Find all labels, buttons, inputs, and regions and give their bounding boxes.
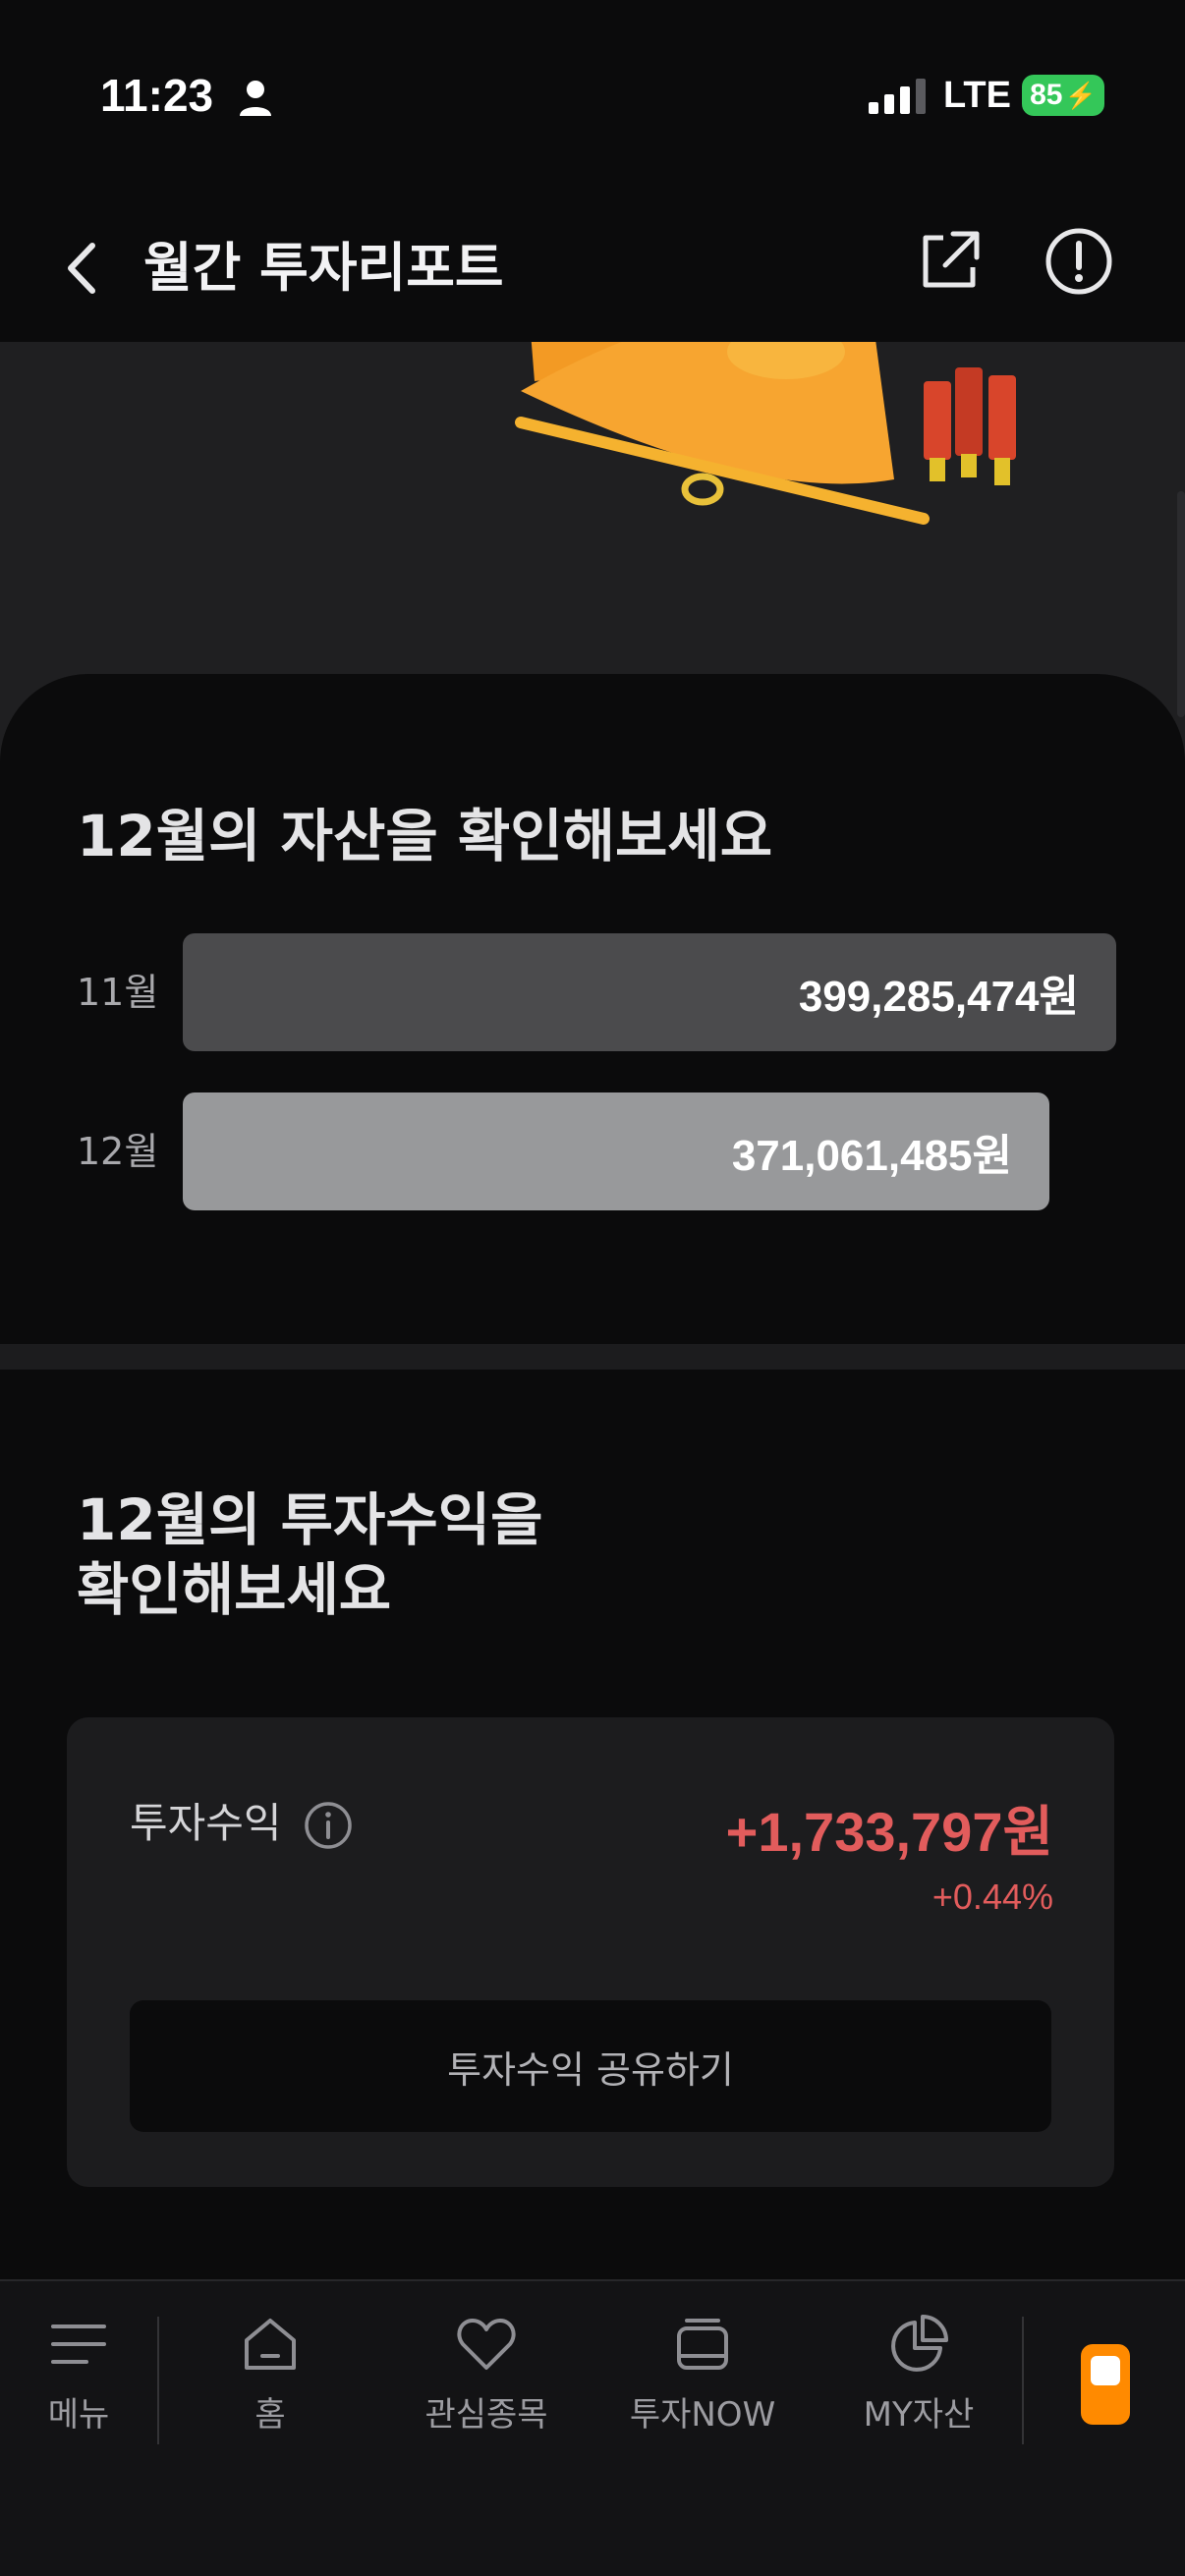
section-divider <box>0 1344 1185 1370</box>
asset-row-nov: 11월 399,285,474원 <box>77 933 1118 1051</box>
info-button[interactable] <box>1044 226 1114 297</box>
nav-home-label: 홈 <box>254 2395 286 2435</box>
asset-bar-dec: 371,061,485원 <box>183 1092 1049 1210</box>
bottom-nav: 메뉴 홈 관심종목 투자NOW MY자산 <box>0 2279 1185 2576</box>
nav-menu[interactable]: 메뉴 <box>29 2313 128 2470</box>
nav-my-assets[interactable]: MY자산 <box>845 2313 992 2470</box>
asset-row-dec: 12월 371,061,485원 <box>77 1092 1118 1210</box>
profit-title-line2: 확인해보세요 <box>77 1555 392 1623</box>
profit-amount: +1,733,797원 <box>725 1801 1053 1863</box>
asset-amount: 399,285,474원 <box>798 973 1079 1021</box>
cards-icon <box>677 2319 728 2370</box>
nav-separator <box>1022 2317 1024 2444</box>
charging-icon: ⚡ <box>1064 80 1097 110</box>
back-button[interactable] <box>55 224 114 312</box>
status-bar: 11:23 LTE 85 ⚡ <box>0 0 1185 196</box>
nav-my-assets-label: MY자산 <box>863 2395 975 2435</box>
nav-now[interactable]: 투자NOW <box>609 2313 796 2470</box>
profit-rate: +0.44% <box>931 1876 1053 1917</box>
profit-card: 투자수익 +1,733,797원 +0.44% 투자수익 공유하기 <box>67 1717 1114 2187</box>
asset-bar-nov: 399,285,474원 <box>183 933 1116 1051</box>
network-label: LTE <box>943 75 1011 116</box>
nav-separator <box>157 2317 159 2444</box>
status-time: 11:23 <box>100 70 214 121</box>
nav-now-label: 투자NOW <box>629 2395 776 2435</box>
menu-icon <box>51 2324 106 2364</box>
share-profit-button[interactable]: 투자수익 공유하기 <box>130 2000 1051 2132</box>
asset-month-label: 12월 <box>77 1130 159 1173</box>
profit-section: 12월의 투자수익을 확인해보세요 투자수익 +1,733,797원 +0.44… <box>0 1370 1185 2279</box>
app-switch-icon[interactable] <box>1081 2344 1130 2425</box>
page-title: 월간 투자리포트 <box>143 237 504 299</box>
hero-banner <box>0 342 1185 806</box>
person-icon <box>240 81 271 116</box>
asset-month-label: 11월 <box>77 971 159 1014</box>
app-header: 월간 투자리포트 <box>0 196 1185 342</box>
battery-indicator: 85 ⚡ <box>1022 75 1104 116</box>
signal-icon <box>869 79 926 114</box>
assets-section: 12월의 자산을 확인해보세요 11월 399,285,474원 12월 371… <box>0 766 1185 1344</box>
battery-level: 85 <box>1030 79 1063 111</box>
assets-title: 12월의 자산을 확인해보세요 <box>77 803 773 869</box>
nav-home[interactable]: 홈 <box>206 2313 334 2470</box>
profit-title: 12월의 투자수익을 확인해보세요 <box>77 1485 764 1625</box>
home-icon <box>245 2319 296 2370</box>
nav-watchlist[interactable]: 관심종목 <box>403 2313 570 2470</box>
profit-label: 투자수익 <box>130 1799 282 1847</box>
heart-icon <box>457 2319 516 2370</box>
profit-title-line1: 12월의 투자수익을 <box>77 1486 543 1553</box>
nav-menu-label: 메뉴 <box>47 2395 110 2435</box>
asset-amount: 371,061,485원 <box>731 1132 1012 1180</box>
info-icon[interactable] <box>303 1800 354 1851</box>
report-scroll-illustration <box>515 342 1016 525</box>
share-button[interactable] <box>914 226 985 297</box>
scrollbar[interactable] <box>1177 491 1185 717</box>
nav-watchlist-label: 관심종목 <box>424 2395 548 2435</box>
pie-chart-icon <box>891 2315 948 2372</box>
